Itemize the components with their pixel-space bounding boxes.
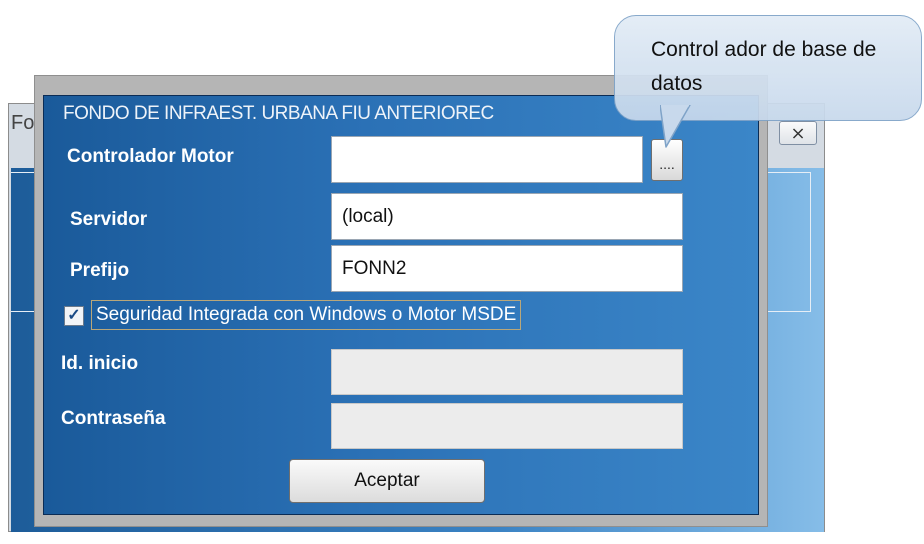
contrasena-label: Contraseña xyxy=(61,408,166,429)
integrated-security-checkbox[interactable]: ✓ xyxy=(64,306,84,326)
id-inicio-label: Id. inicio xyxy=(61,353,139,374)
accept-button[interactable]: Aceptar xyxy=(289,459,485,503)
background-window-title: Fo xyxy=(11,112,35,134)
callout-tail xyxy=(660,105,691,148)
callout-text: Control ador de base de datos xyxy=(651,38,877,95)
servidor-input[interactable] xyxy=(331,193,683,240)
integrated-security-label[interactable]: Seguridad Integrada con Windows o Motor … xyxy=(91,300,522,330)
servidor-label: Servidor xyxy=(70,209,148,230)
controlador-motor-input[interactable] xyxy=(331,136,643,183)
id-inicio-input[interactable] xyxy=(331,349,683,395)
controlador-motor-label: Controlador Motor xyxy=(67,146,234,167)
close-icon[interactable]: ⨯ xyxy=(779,121,817,145)
contrasena-input[interactable] xyxy=(331,403,683,449)
prefijo-label: Prefijo xyxy=(70,260,130,281)
dialog-title: FONDO DE INFRAEST. URBANA FIU ANTERIOREC xyxy=(63,103,494,124)
prefijo-input[interactable] xyxy=(331,245,683,292)
